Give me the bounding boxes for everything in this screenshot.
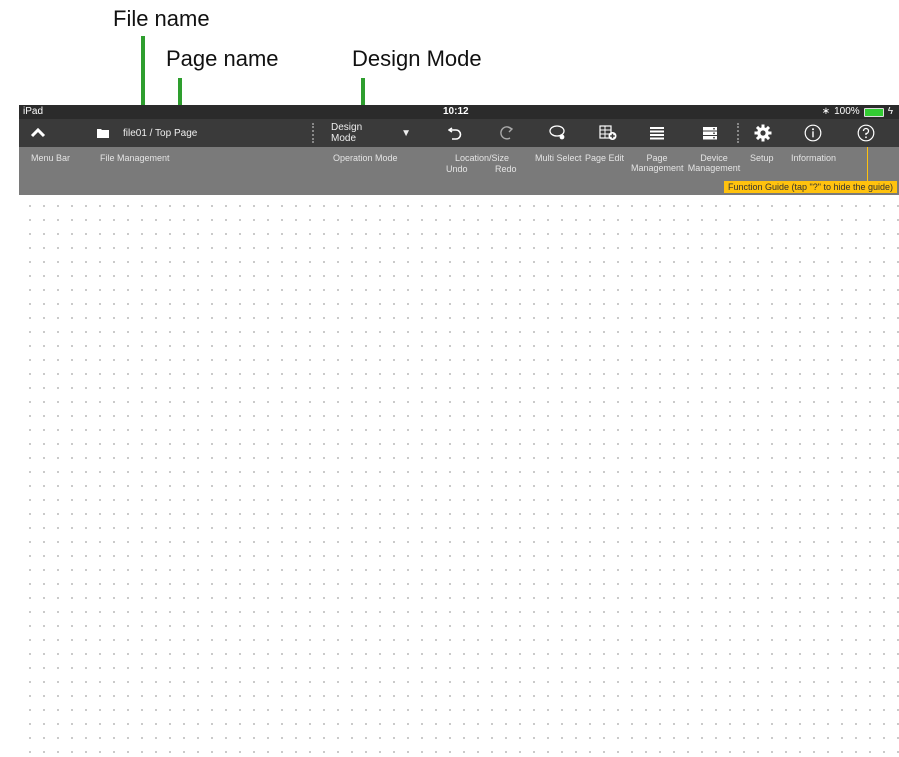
guide-setup: Setup [750,153,774,163]
carrier-label: iPad [23,106,44,117]
chevron-up-icon[interactable] [27,119,49,147]
info-icon[interactable] [802,119,824,147]
design-mode-callout: Design Mode [352,46,482,71]
clock: 10:12 [443,106,469,117]
guide-information: Information [791,153,837,163]
lasso-icon[interactable] [547,119,569,147]
bluetooth-icon: ∗ [821,106,831,117]
mode-selector[interactable]: Design Mode ▼ [331,119,411,147]
guide-undo: Undo [446,164,468,174]
status-right: ∗ 100% ϟ [822,105,893,119]
menu-bar: file01 / Top Page Design Mode ▼ [19,119,899,147]
function-guide: Menu Bar File Management Operation Mode … [19,147,899,195]
separator [312,123,314,143]
guide-redo: Redo [495,164,517,174]
separator [737,123,739,143]
guide-operation-mode: Operation Mode [333,153,398,163]
folder-icon[interactable] [95,119,111,147]
guide-location-size: Location/Size [455,153,510,163]
list-icon[interactable] [646,119,668,147]
caret-down-icon: ▼ [401,127,411,139]
guide-menu-bar: Menu Bar [31,153,71,163]
device-icon[interactable] [699,119,721,147]
battery-icon [863,107,884,117]
page-add-icon[interactable] [597,119,619,147]
gear-icon[interactable] [752,119,774,147]
file-path[interactable]: file01 / Top Page [123,119,213,147]
mode-label: Design Mode [331,122,363,144]
function-guide-banner[interactable]: Function Guide (tap "?" to hide the guid… [724,181,897,193]
guide-file-management: File Management [100,153,170,163]
guide-page-edit: Page Edit [585,153,625,163]
file-name-callout: File name [113,6,210,31]
design-canvas[interactable] [19,195,899,757]
guide-device-management: Device Management [687,153,741,173]
redo-icon[interactable] [497,119,515,147]
charging-icon: ϟ [887,106,893,117]
help-icon[interactable] [855,119,877,147]
undo-icon[interactable] [446,119,464,147]
status-bar: iPad 10:12 ∗ 100% ϟ [19,105,899,119]
guide-multi-select: Multi Select [535,153,582,163]
battery-level [864,108,883,116]
battery-percent: 100% [834,106,860,117]
ipad-screen: iPad 10:12 ∗ 100% ϟ file01 / Top Page De… [19,105,899,757]
guide-page-management: Page Management [631,153,684,173]
guide-pointer [867,147,868,181]
page-name-callout: Page name [166,46,279,71]
